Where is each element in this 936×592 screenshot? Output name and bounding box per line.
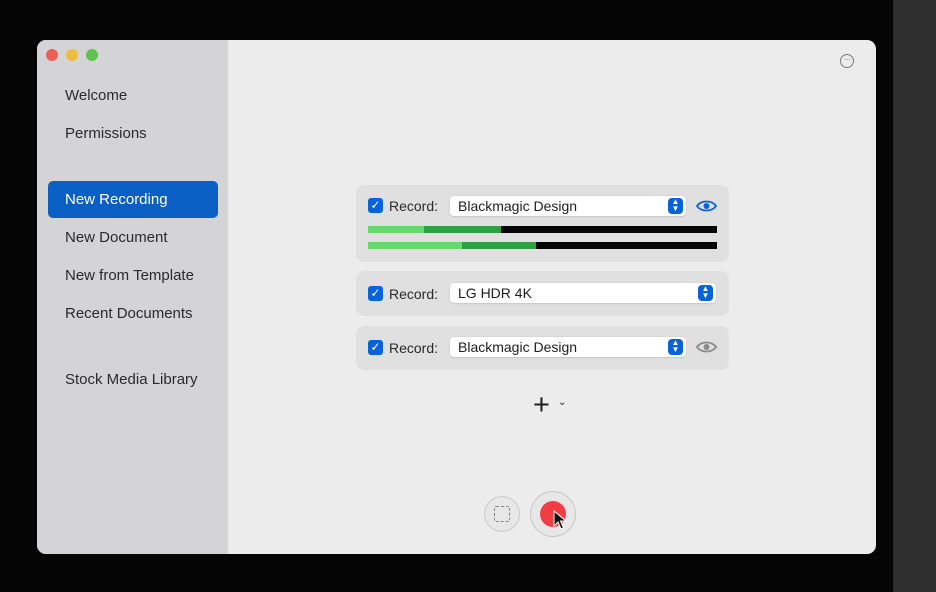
record-label-2: Record: [389, 286, 439, 302]
chevron-up-down-icon: ▲ ▼ [698, 285, 713, 301]
app-window: Welcome Permissions New Recording New Do… [37, 40, 876, 554]
meter-level-low [368, 242, 463, 249]
add-source-button[interactable]: + ⌄ [533, 389, 575, 421]
sidebar-item-new-recording[interactable]: New Recording [48, 181, 218, 218]
record-checkbox-2[interactable]: ✓ [368, 286, 383, 301]
close-window-button[interactable] [46, 49, 58, 61]
audio-meter-2 [368, 242, 717, 249]
sidebar-item-new-document[interactable]: New Document [48, 219, 218, 256]
source-card-1: ✓ Record: Blackmagic Design ▲ ▼ [356, 185, 729, 262]
source-card-2: ✓ Record: LG HDR 4K ▲ ▼ [356, 271, 729, 316]
sidebar-item-recent-documents[interactable]: Recent Documents [48, 295, 218, 332]
chevron-up-down-icon: ▲ ▼ [668, 198, 683, 214]
device-select-2[interactable]: LG HDR 4K ▲ ▼ [450, 283, 716, 303]
meter-level-low [368, 226, 424, 233]
mouse-cursor-icon [553, 510, 567, 530]
meter-level-peak [462, 242, 536, 249]
device-select-value-1: Blackmagic Design [458, 198, 578, 214]
dashed-rect-icon [494, 506, 510, 522]
record-checkbox-1[interactable]: ✓ [368, 198, 383, 213]
sidebar-item-stock-media-library[interactable]: Stock Media Library [48, 361, 218, 398]
eye-icon[interactable] [696, 199, 717, 213]
minimize-window-button[interactable] [66, 49, 78, 61]
select-area-button[interactable] [484, 496, 520, 532]
sidebar-item-new-from-template[interactable]: New from Template [48, 257, 218, 294]
chevron-up-down-icon: ▲ ▼ [668, 339, 683, 355]
source-card-3: ✓ Record: Blackmagic Design ▲ ▼ [356, 326, 729, 370]
device-select-3[interactable]: Blackmagic Design ▲ ▼ [450, 337, 686, 357]
zoom-window-button[interactable] [86, 49, 98, 61]
sidebar-item-welcome[interactable]: Welcome [48, 77, 218, 114]
audio-meter-1 [368, 226, 717, 233]
record-checkbox-3[interactable]: ✓ [368, 340, 383, 355]
ellipsis-circle-icon[interactable]: ··· [840, 54, 854, 68]
record-label-3: Record: [389, 340, 439, 356]
eye-icon[interactable] [696, 340, 717, 354]
chevron-down-icon: ⌄ [558, 397, 567, 408]
sidebar-item-permissions[interactable]: Permissions [48, 115, 218, 152]
device-select-value-2: LG HDR 4K [458, 285, 532, 301]
meter-level-peak [423, 226, 501, 233]
plus-icon: + [533, 389, 550, 421]
sidebar: Welcome Permissions New Recording New Do… [37, 40, 228, 554]
record-label-1: Record: [389, 198, 439, 214]
device-select-1[interactable]: Blackmagic Design ▲ ▼ [450, 196, 686, 216]
device-select-value-3: Blackmagic Design [458, 339, 578, 355]
background-strip [893, 0, 936, 592]
main-panel: ··· ✓ Record: Blackmagic Design ▲ ▼ ✓ Re… [228, 40, 876, 554]
